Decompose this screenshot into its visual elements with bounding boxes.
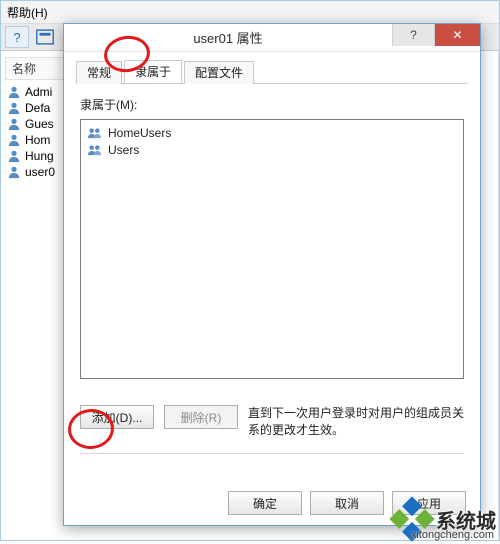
note-text: 直到下一次用户登录时对用户的组成员关系的更改才生效。 [248, 405, 464, 439]
remove-button[interactable]: 删除(R) [164, 405, 238, 429]
tab-bar: 常规 隶属于 配置文件 [76, 60, 468, 84]
memberof-pane: 隶属于(M): HomeUsers Users 添加(D)... 删除(R) 直… [76, 84, 468, 454]
list-item-label: Hom [25, 133, 50, 147]
dialog-close-button[interactable]: ✕ [434, 24, 480, 46]
memberof-label: 隶属于(M): [80, 96, 464, 113]
user-icon [7, 165, 21, 179]
dialog-title: user01 属性 [64, 28, 392, 47]
divider [80, 453, 464, 454]
dialog-titlebar[interactable]: user01 属性 ? ✕ [64, 24, 480, 52]
list-item-label: Defa [25, 101, 50, 115]
user-icon [7, 85, 21, 99]
dialog-help-button[interactable]: ? [392, 24, 434, 46]
properties-dialog: user01 属性 ? ✕ 常规 隶属于 配置文件 隶属于(M): HomeUs… [63, 23, 481, 526]
help-icon[interactable]: ? [5, 26, 29, 48]
menu-bar: 帮助(H) [1, 1, 499, 23]
list-item-label: Users [108, 143, 139, 157]
watermark-url: xitongcheng.com [411, 529, 494, 541]
group-icon [87, 125, 102, 140]
add-button[interactable]: 添加(D)... [80, 405, 154, 429]
user-icon [7, 149, 21, 163]
properties-icon[interactable] [33, 26, 57, 48]
list-item-label: Admi [25, 85, 52, 99]
cancel-button[interactable]: 取消 [310, 491, 384, 515]
user-icon [7, 133, 21, 147]
list-item-label: Hung [25, 149, 54, 163]
group-listbox[interactable]: HomeUsers Users [80, 119, 464, 379]
list-item[interactable]: HomeUsers [87, 124, 457, 141]
tab-general[interactable]: 常规 [76, 61, 122, 84]
tab-profile[interactable]: 配置文件 [184, 61, 254, 84]
list-item-label: HomeUsers [108, 126, 171, 140]
user-icon [7, 101, 21, 115]
list-item-label: Gues [25, 117, 54, 131]
menu-help[interactable]: 帮助(H) [7, 4, 48, 21]
tab-memberof[interactable]: 隶属于 [124, 60, 182, 83]
group-icon [87, 142, 102, 157]
user-icon [7, 117, 21, 131]
ok-button[interactable]: 确定 [228, 491, 302, 515]
list-item[interactable]: Users [87, 141, 457, 158]
list-item-label: user0 [25, 165, 55, 179]
